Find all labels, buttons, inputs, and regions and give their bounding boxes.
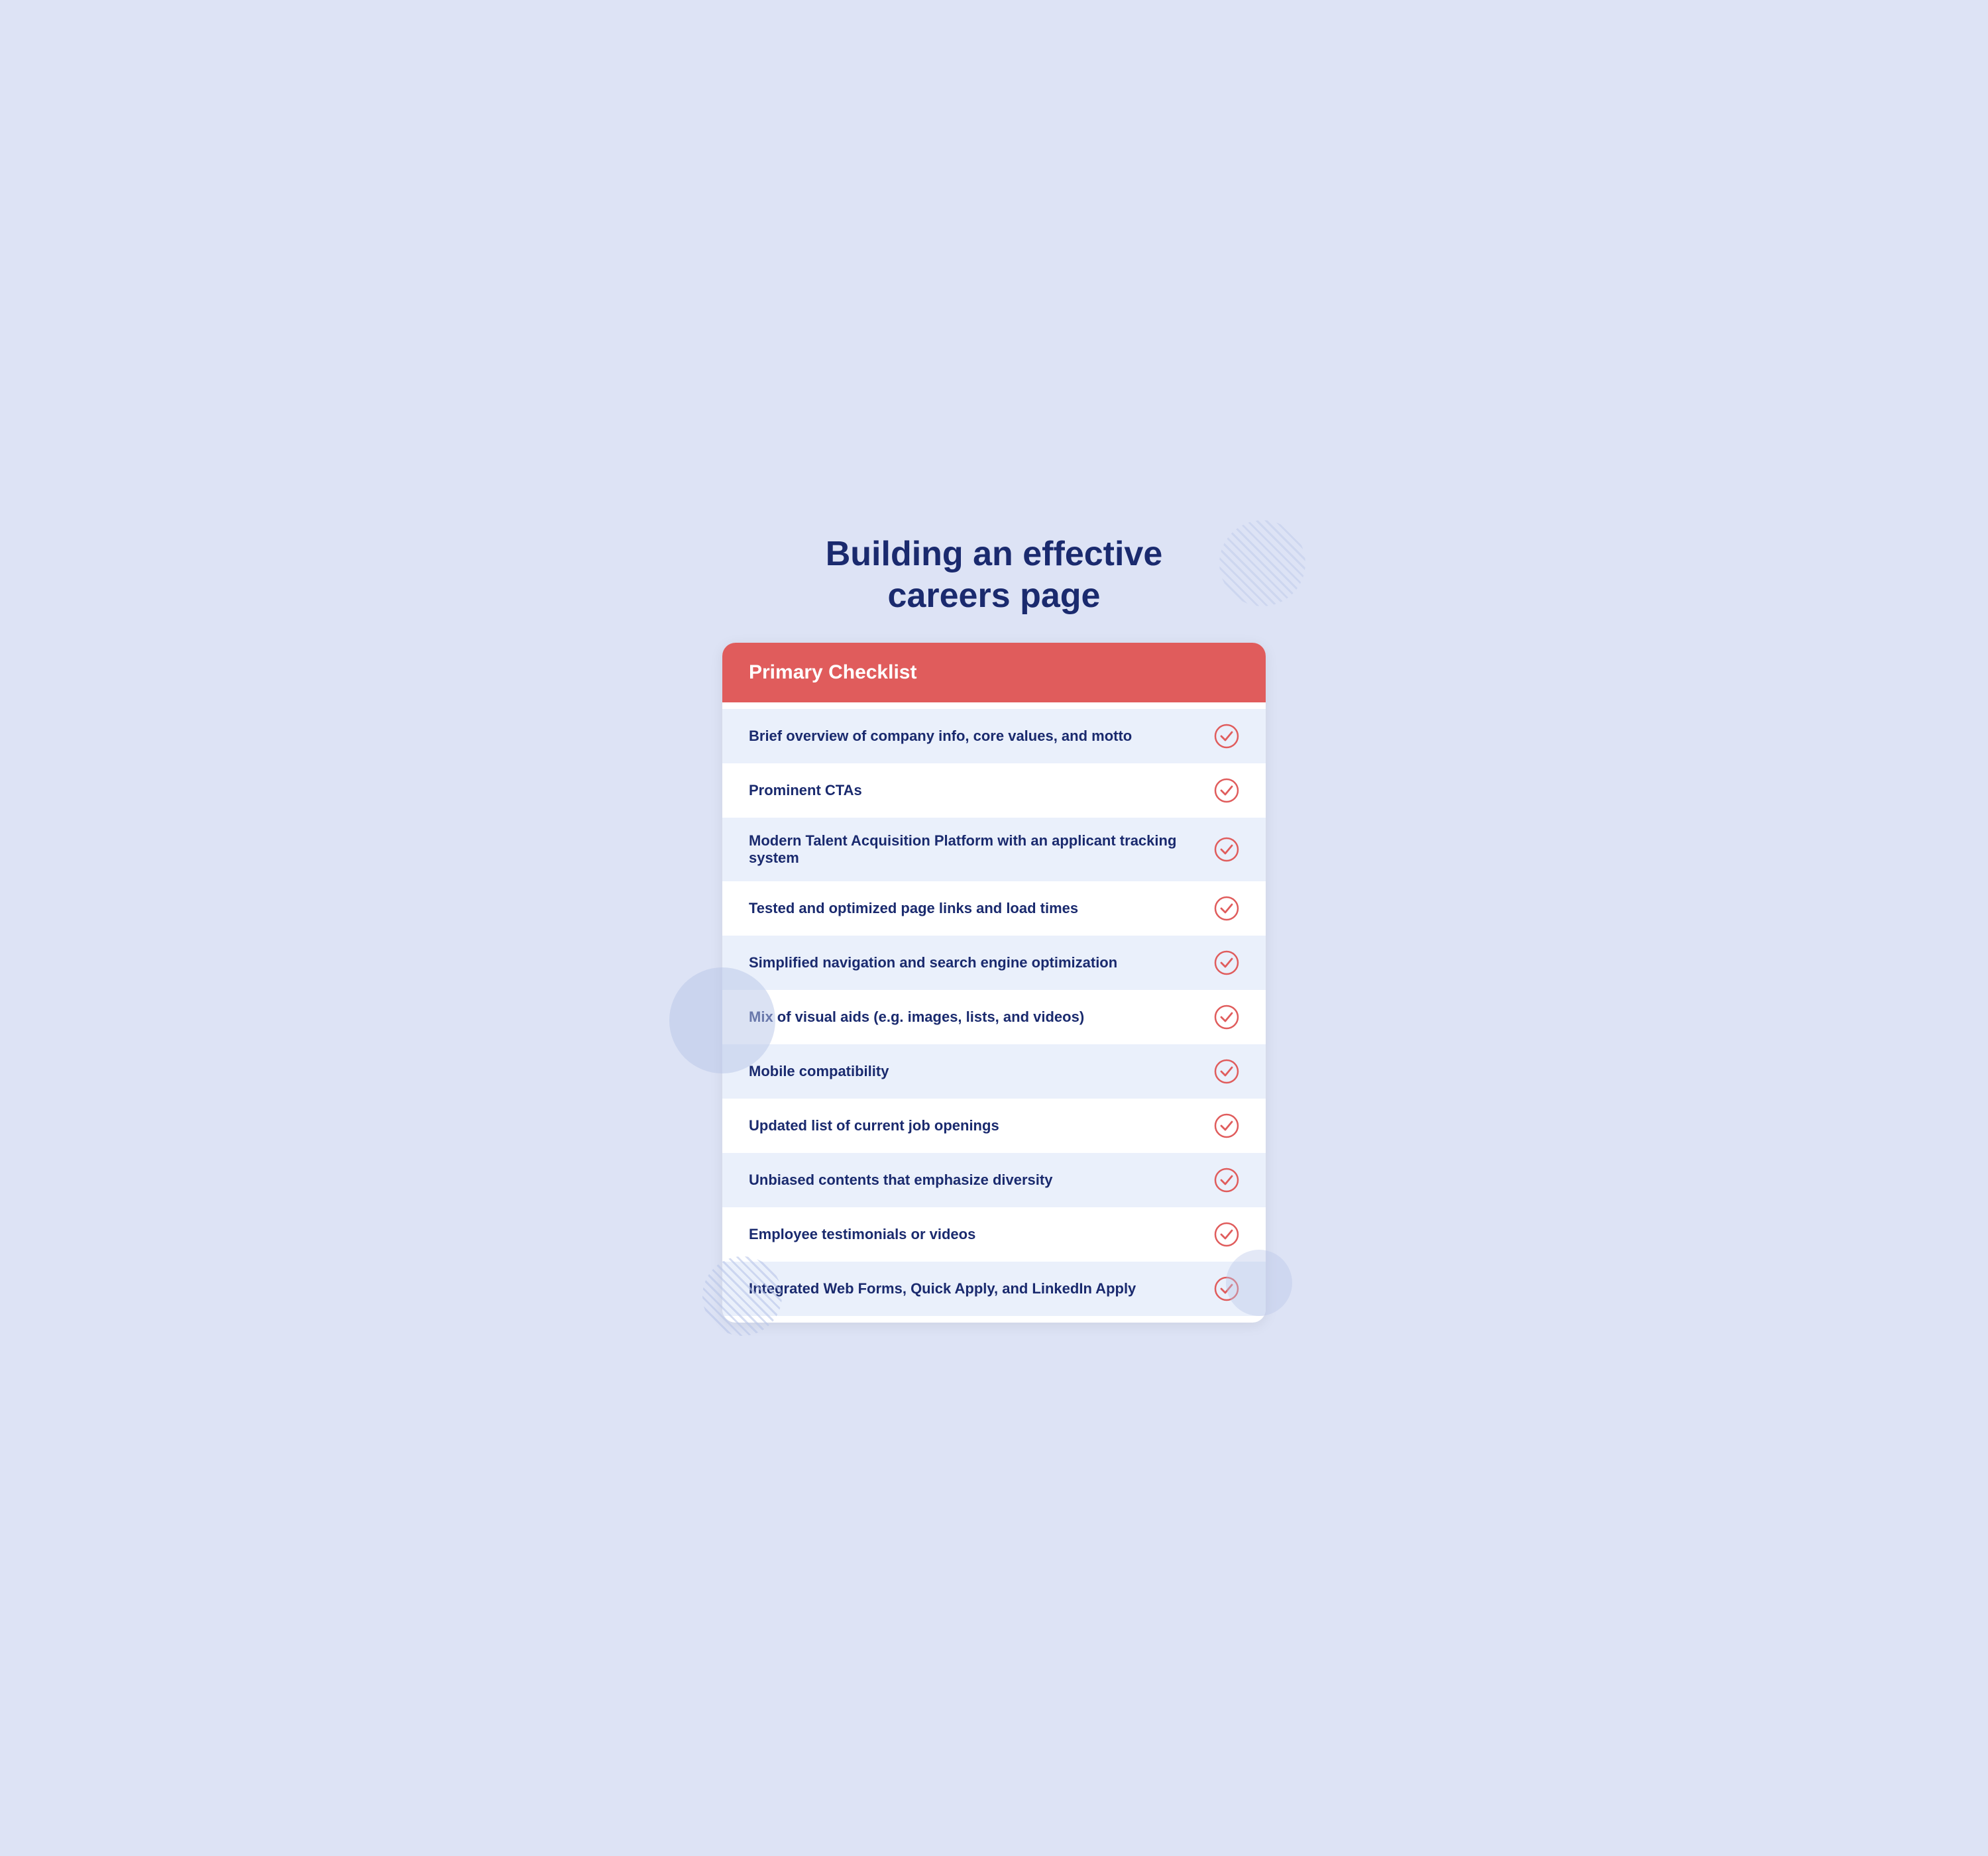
checklist-item: Prominent CTAs (722, 763, 1266, 818)
checklist-item: Brief overview of company info, core val… (722, 709, 1266, 763)
check-icon (1214, 837, 1239, 862)
checklist-card: Primary Checklist Brief overview of comp… (722, 643, 1266, 1323)
checklist-item-text: Brief overview of company info, core val… (749, 728, 1214, 745)
checklist-item: Updated list of current job openings (722, 1099, 1266, 1153)
check-icon (1214, 1113, 1239, 1138)
checklist-header: Primary Checklist (722, 643, 1266, 702)
checklist-item-text: Mix of visual aids (e.g. images, lists, … (749, 1009, 1214, 1026)
check-icon (1214, 724, 1239, 749)
checklist-item-text: Unbiased contents that emphasize diversi… (749, 1172, 1214, 1189)
checklist-item-text: Updated list of current job openings (749, 1117, 1214, 1134)
checklist-item: Tested and optimized page links and load… (722, 881, 1266, 936)
checklist-item-text: Modern Talent Acquisition Platform with … (749, 832, 1214, 867)
check-icon (1214, 1005, 1239, 1030)
checklist-item: Unbiased contents that emphasize diversi… (722, 1153, 1266, 1207)
checklist-item-text: Employee testimonials or videos (749, 1226, 1214, 1243)
checklist-item-text: Integrated Web Forms, Quick Apply, and L… (749, 1280, 1214, 1297)
check-icon (1214, 1222, 1239, 1247)
checklist-item-text: Mobile compatibility (749, 1063, 1214, 1080)
check-icon (1214, 950, 1239, 975)
check-icon (1214, 1168, 1239, 1193)
blob-bottom-right (1226, 1250, 1292, 1316)
page-wrapper: Building an effective careers page Prima… (722, 533, 1266, 1323)
check-icon (1214, 896, 1239, 921)
blob-top-right (1219, 520, 1305, 606)
checklist-item: Integrated Web Forms, Quick Apply, and L… (722, 1262, 1266, 1316)
checklist-item: Mobile compatibility (722, 1044, 1266, 1099)
checklist-body: Brief overview of company info, core val… (722, 702, 1266, 1323)
checklist-item: Simplified navigation and search engine … (722, 936, 1266, 990)
blob-bottom-left (702, 1256, 782, 1336)
check-icon (1214, 1059, 1239, 1084)
checklist-item-text: Tested and optimized page links and load… (749, 900, 1214, 917)
blob-left-mid (669, 967, 775, 1073)
page-title: Building an effective careers page (722, 533, 1266, 616)
checklist-item: Employee testimonials or videos (722, 1207, 1266, 1262)
check-icon (1214, 778, 1239, 803)
checklist-item-text: Prominent CTAs (749, 782, 1214, 799)
checklist-item: Mix of visual aids (e.g. images, lists, … (722, 990, 1266, 1044)
checklist-header-title: Primary Checklist (749, 661, 916, 683)
checklist-item-text: Simplified navigation and search engine … (749, 954, 1214, 971)
checklist-item: Modern Talent Acquisition Platform with … (722, 818, 1266, 881)
